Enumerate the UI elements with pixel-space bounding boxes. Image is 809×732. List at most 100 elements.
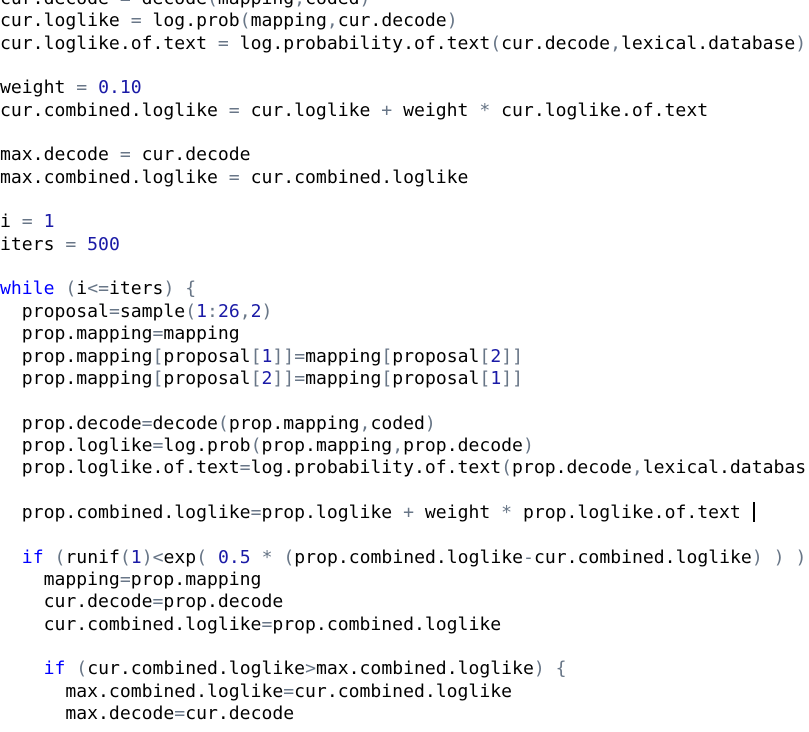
code-token-operator: =: [119, 568, 131, 590]
code-line[interactable]: prop.mapping=mapping: [0, 323, 809, 345]
code-token-identifier: i: [76, 278, 88, 300]
code-token-identifier: cur.decode: [501, 32, 611, 54]
code-token-identifier: [545, 658, 556, 679]
code-token-bracket: ): [773, 546, 785, 568]
code-token-identifier: iters: [0, 233, 55, 255]
code-token-identifier: proposal: [0, 300, 109, 322]
code-token-bracket: ): [446, 10, 458, 32]
code-line[interactable]: prop.decode=decode(prop.mapping,coded): [0, 413, 809, 435]
code-line[interactable]: iters = 500: [0, 234, 809, 256]
code-line[interactable]: [0, 390, 809, 412]
code-token-number-literal: 1: [490, 367, 502, 389]
code-token-bracket: ]]: [501, 367, 524, 389]
code-token-bracket: ]]: [501, 345, 524, 367]
code-token-bracket: [: [381, 345, 393, 367]
code-token-identifier: prop.mapping: [261, 434, 393, 456]
code-line[interactable]: [0, 55, 809, 77]
code-token-bracket: [: [479, 367, 491, 389]
code-token-operator: :: [207, 300, 218, 322]
code-line[interactable]: max.decode = cur.decode: [0, 144, 809, 166]
code-line[interactable]: while (i<=iters) {: [0, 278, 809, 300]
code-token-identifier: lexical.database: [620, 32, 796, 54]
code-line[interactable]: cur.combined.loglike=prop.combined.logli…: [0, 614, 809, 636]
code-token-identifier: cur.loglike: [250, 99, 371, 121]
code-token-identifier: prop.combined.loglike: [272, 613, 502, 635]
code-line[interactable]: prop.loglike=log.prob(prop.mapping,prop.…: [0, 435, 809, 457]
code-token-operator: =: [152, 323, 164, 345]
code-line[interactable]: cur.decode = decode(mapping,coded): [0, 0, 809, 10]
code-token-operator: ,: [610, 32, 621, 54]
code-token-identifier: prop.mapping: [228, 412, 360, 434]
code-token-identifier: [0, 547, 22, 568]
code-token-identifier: max.combined.loglike: [0, 166, 218, 188]
code-line[interactable]: if (runif(1)<exp( 0.5 * (prop.combined.l…: [0, 547, 809, 569]
code-token-identifier: coded: [370, 412, 425, 434]
code-token-bracket: {: [555, 658, 567, 680]
code-line[interactable]: max.decode=cur.decode: [0, 703, 809, 725]
code-line[interactable]: max.combined.loglike=cur.combined.loglik…: [0, 681, 809, 703]
code-line[interactable]: weight = 0.10: [0, 77, 809, 99]
code-token-identifier: weight: [424, 501, 491, 523]
code-line[interactable]: if (cur.combined.loglike>max.combined.lo…: [0, 658, 809, 680]
code-token-operator: =: [174, 703, 186, 724]
code-token-identifier: prop.mapping: [0, 367, 153, 389]
code-token-identifier: [174, 278, 185, 299]
code-line[interactable]: cur.loglike = log.prob(mapping,cur.decod…: [0, 10, 809, 32]
code-token-operator: =: [119, 10, 153, 32]
code-token-operator: *: [250, 546, 284, 568]
code-line[interactable]: prop.mapping[proposal[2]]=mapping[propos…: [0, 368, 809, 390]
code-token-bracket: (: [54, 546, 66, 568]
code-line[interactable]: [0, 256, 809, 278]
code-token-bracket: (: [283, 546, 295, 568]
code-token-operator: >: [305, 658, 316, 680]
code-line[interactable]: [0, 480, 809, 502]
code-token-identifier: max.decode: [0, 144, 109, 166]
code-line[interactable]: [0, 636, 809, 658]
code-line[interactable]: [0, 122, 809, 144]
code-line[interactable]: prop.loglike.of.text=log.probability.of.…: [0, 457, 809, 479]
code-token-operator: *: [468, 99, 502, 121]
code-token-number-literal: 2: [261, 367, 273, 389]
code-token-number-literal: 1: [196, 300, 208, 322]
code-token-number-literal: 26: [217, 300, 240, 322]
code-token-number-literal: 0.5: [218, 546, 251, 568]
code-token-operator: +: [392, 501, 425, 523]
code-line[interactable]: mapping=prop.mapping: [0, 569, 809, 591]
code-token-identifier: log.prob: [152, 10, 240, 32]
code-token-operator: =: [141, 412, 153, 434]
code-token-identifier: runif: [65, 546, 120, 568]
code-token-identifier: sample: [119, 300, 186, 322]
code-line[interactable]: [0, 524, 809, 546]
code-editor[interactable]: cur.decode = decode(mapping,coded)cur.lo…: [0, 0, 809, 732]
code-token-identifier: prop.decode: [163, 591, 284, 613]
code-token-bracket: [: [152, 367, 164, 389]
code-token-operator: =: [65, 77, 99, 99]
code-token-operator: =: [217, 99, 251, 121]
code-token-bracket: ): [795, 32, 807, 54]
code-line[interactable]: cur.decode=prop.decode: [0, 591, 809, 613]
code-token-operator: <=: [87, 278, 109, 300]
code-line[interactable]: proposal=sample(1:26,2): [0, 301, 809, 323]
code-token-identifier: prop.decode: [512, 457, 632, 479]
code-token-identifier: mapping: [305, 345, 382, 367]
code-token-identifier: mapping: [218, 0, 294, 9]
code-token-operator: ,: [294, 0, 305, 9]
code-line[interactable]: max.combined.loglike = cur.combined.logl…: [0, 167, 809, 189]
code-line[interactable]: prop.mapping[proposal[1]]=mapping[propos…: [0, 346, 809, 368]
code-line[interactable]: [0, 189, 809, 211]
code-token-operator: =: [239, 457, 251, 479]
code-token-number-literal: 2: [250, 300, 262, 322]
code-token-keyword: if: [43, 658, 66, 680]
code-line[interactable]: cur.combined.loglike = cur.loglike + wei…: [0, 100, 809, 122]
code-token-identifier: prop.mapping: [0, 345, 153, 367]
code-token-identifier: coded: [305, 0, 359, 9]
code-token-bracket: ): [424, 412, 436, 434]
code-line[interactable]: i = 1: [0, 211, 809, 233]
code-line[interactable]: cur.loglike.of.text = log.probability.of…: [0, 33, 809, 55]
code-token-identifier: prop.loglike.of.text: [522, 501, 741, 523]
code-token-number-literal: 2: [490, 345, 502, 367]
code-token-bracket: {: [185, 278, 197, 300]
code-token-identifier: prop.decode: [0, 412, 142, 434]
code-token-operator: ,: [631, 457, 643, 479]
code-line[interactable]: prop.combined.loglike=prop.loglike + wei…: [0, 501, 809, 524]
